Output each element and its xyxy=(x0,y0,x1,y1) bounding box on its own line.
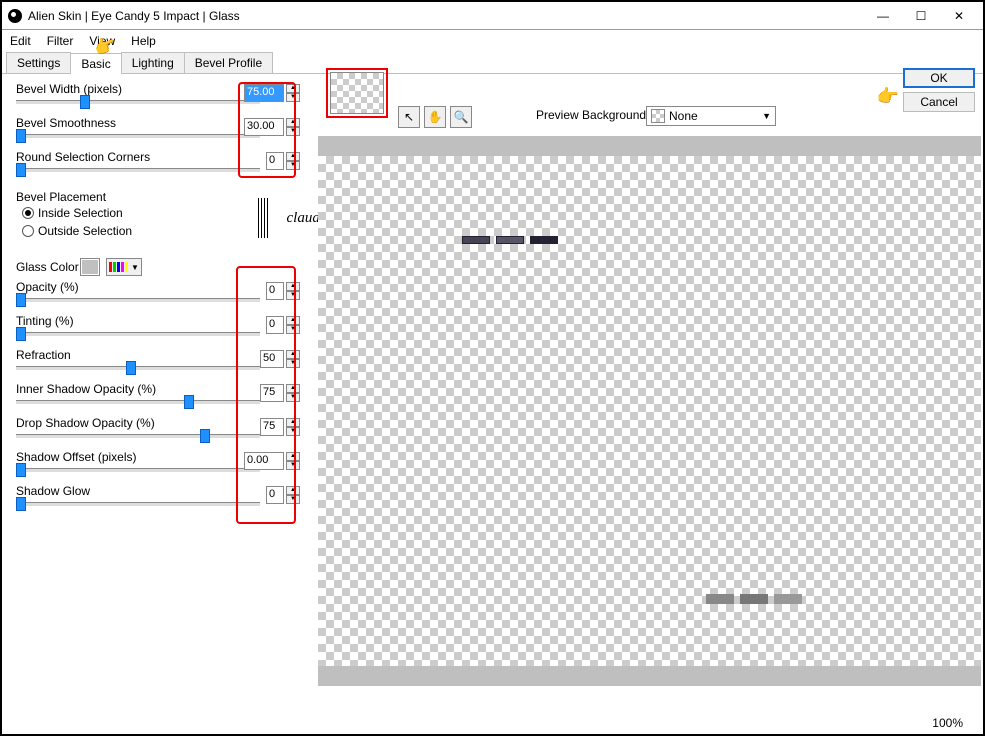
refraction-thumb[interactable] xyxy=(126,361,136,375)
shadow-offset-slider[interactable] xyxy=(16,468,260,472)
bevel-width-thumb[interactable] xyxy=(80,95,90,109)
refraction-slider[interactable] xyxy=(16,366,260,370)
opacity-spinner[interactable]: ▲▼ xyxy=(286,282,300,300)
bevel-smooth-label: Bevel Smoothness xyxy=(16,116,116,130)
shadow-glow-slider[interactable] xyxy=(16,502,260,506)
opacity-slider[interactable] xyxy=(16,298,260,302)
bevel-smooth-input[interactable]: 30.00 xyxy=(244,118,284,136)
radio-inside[interactable]: Inside Selection xyxy=(22,206,123,220)
preview-thumbnail[interactable] xyxy=(326,68,388,118)
cancel-button[interactable]: Cancel xyxy=(903,92,975,112)
glass-color-label: Glass Color xyxy=(16,260,79,274)
drop-shadow-spinner[interactable]: ▲▼ xyxy=(286,418,300,436)
round-corners-spinner[interactable]: ▲▼ xyxy=(286,152,300,170)
opacity-input[interactable]: 0 xyxy=(266,282,284,300)
round-corners-slider[interactable] xyxy=(16,168,260,172)
close-button[interactable]: ✕ xyxy=(941,5,977,27)
shadow-offset-input[interactable]: 0.00 xyxy=(244,452,284,470)
radio-outside-label: Outside Selection xyxy=(38,224,132,238)
inner-shadow-thumb[interactable] xyxy=(184,395,194,409)
refraction-label: Refraction xyxy=(16,348,71,362)
drop-shadow-slider[interactable] xyxy=(16,434,260,438)
opacity-label: Opacity (%) xyxy=(16,280,79,294)
menubar: Edit Filter View Help 👉 xyxy=(2,30,983,52)
preview-bg-label: Preview Background: xyxy=(536,108,649,122)
maximize-button[interactable]: ☐ xyxy=(903,5,939,27)
preview-object-1 xyxy=(462,236,558,244)
shadow-offset-spinner[interactable]: ▲▼ xyxy=(286,452,300,470)
shadow-glow-thumb[interactable] xyxy=(16,497,26,511)
zoom-tool-button[interactable]: 🔍 xyxy=(450,106,472,128)
dropdown-icon: ▼ xyxy=(762,111,771,121)
menu-edit[interactable]: Edit xyxy=(10,34,31,48)
tinting-slider[interactable] xyxy=(16,332,260,336)
shadow-glow-label: Shadow Glow xyxy=(16,484,90,498)
preview-bg-swatch-icon xyxy=(651,109,665,123)
tab-settings[interactable]: Settings xyxy=(6,52,71,73)
bevel-smooth-thumb[interactable] xyxy=(16,129,26,143)
drop-shadow-label: Drop Shadow Opacity (%) xyxy=(16,416,155,430)
drop-shadow-thumb[interactable] xyxy=(200,429,210,443)
tinting-input[interactable]: 0 xyxy=(266,316,284,334)
shadow-offset-label: Shadow Offset (pixels) xyxy=(16,450,137,464)
bevel-width-slider[interactable] xyxy=(16,100,260,104)
radio-inside-icon xyxy=(22,207,34,219)
tab-lighting[interactable]: Lighting xyxy=(121,52,185,73)
glass-color-swatch[interactable] xyxy=(80,258,100,276)
shadow-offset-thumb[interactable] xyxy=(16,463,26,477)
refraction-spinner[interactable]: ▲▼ xyxy=(286,350,300,368)
tabs: Settings Basic Lighting Bevel Profile xyxy=(2,52,983,74)
radio-outside[interactable]: Outside Selection xyxy=(22,224,132,238)
pointer-tool-button[interactable]: ↖ xyxy=(398,106,420,128)
tab-bevel-profile[interactable]: Bevel Profile xyxy=(184,52,273,73)
preview-object-2 xyxy=(706,594,802,604)
tinting-thumb[interactable] xyxy=(16,327,26,341)
drop-shadow-input[interactable]: 75 xyxy=(260,418,284,436)
round-corners-input[interactable]: 0 xyxy=(266,152,284,170)
shadow-glow-input[interactable]: 0 xyxy=(266,486,284,504)
inner-shadow-slider[interactable] xyxy=(16,400,260,404)
tinting-label: Tinting (%) xyxy=(16,314,74,328)
bevel-width-label: Bevel Width (pixels) xyxy=(16,82,122,96)
zoom-level: 100% xyxy=(932,716,963,730)
minimize-button[interactable]: — xyxy=(865,5,901,27)
bevel-smooth-spinner[interactable]: ▲▼ xyxy=(286,118,300,136)
ok-button[interactable]: OK xyxy=(903,68,975,88)
preview-bg-value: None xyxy=(669,109,698,123)
window-title: Alien Skin | Eye Candy 5 Impact | Glass xyxy=(28,9,865,23)
bevel-placement-label: Bevel Placement xyxy=(16,190,106,204)
pointer-hand-ok-icon: 👉 xyxy=(877,86,899,107)
radio-inside-label: Inside Selection xyxy=(38,206,123,220)
preview-area: 👉 OK Cancel ↖ ✋ 🔍 Preview Background: No… xyxy=(326,78,981,714)
glass-color-palette[interactable]: ▼ xyxy=(106,258,142,276)
radio-outside-icon xyxy=(22,225,34,237)
round-corners-label: Round Selection Corners xyxy=(16,150,150,164)
round-corners-thumb[interactable] xyxy=(16,163,26,177)
menu-help[interactable]: Help xyxy=(131,34,156,48)
bevel-smooth-slider[interactable] xyxy=(16,134,260,138)
bevel-width-spinner[interactable]: ▲▼ xyxy=(286,84,300,102)
menu-filter[interactable]: Filter xyxy=(47,34,74,48)
titlebar: Alien Skin | Eye Candy 5 Impact | Glass … xyxy=(2,2,983,30)
bevel-width-input[interactable]: 75.00 xyxy=(244,84,284,102)
app-icon xyxy=(8,9,22,23)
tinting-spinner[interactable]: ▲▼ xyxy=(286,316,300,334)
preview-bg-select[interactable]: None ▼ xyxy=(646,106,776,126)
settings-panel: Bevel Width (pixels) 75.00 ▲▼ Bevel Smoo… xyxy=(4,78,324,714)
inner-shadow-label: Inner Shadow Opacity (%) xyxy=(16,382,156,396)
opacity-thumb[interactable] xyxy=(16,293,26,307)
preview-canvas[interactable] xyxy=(318,156,981,666)
shadow-glow-spinner[interactable]: ▲▼ xyxy=(286,486,300,504)
inner-shadow-spinner[interactable]: ▲▼ xyxy=(286,384,300,402)
refraction-input[interactable]: 50 xyxy=(260,350,284,368)
inner-shadow-input[interactable]: 75 xyxy=(260,384,284,402)
hand-tool-button[interactable]: ✋ xyxy=(424,106,446,128)
